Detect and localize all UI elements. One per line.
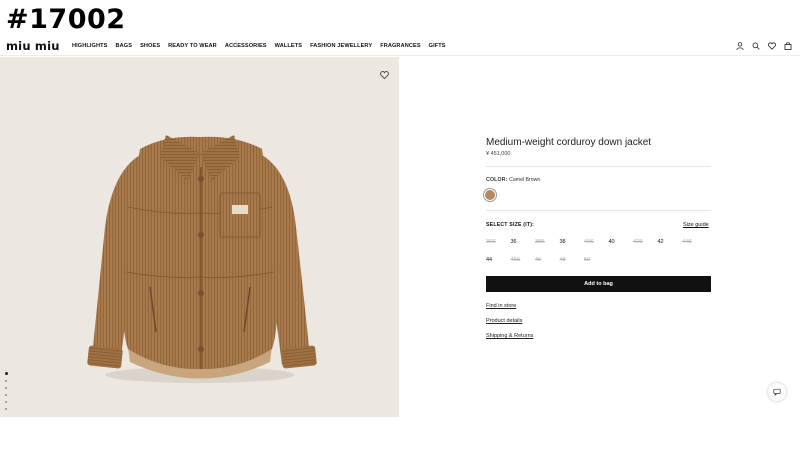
size-option[interactable]: 44: [486, 256, 511, 264]
nav-item-accessories[interactable]: ACCESSORIES: [225, 43, 267, 49]
gallery-dot[interactable]: [5, 387, 7, 389]
shipping-returns-link[interactable]: Shipping & Returns: [486, 333, 533, 339]
size-option[interactable]: 40S: [584, 238, 609, 246]
nav-item-gifts[interactable]: GIFTS: [429, 43, 446, 49]
gallery-pagination: [5, 372, 8, 410]
color-label: COLOR: Camel Brown: [486, 177, 540, 183]
product-title: Medium-weight corduroy down jacket: [486, 137, 652, 148]
product-price: ¥ 451,000: [486, 151, 511, 157]
gallery-dot[interactable]: [5, 401, 7, 403]
nav-item-bags[interactable]: BAGS: [116, 43, 133, 49]
size-option[interactable]: 48: [560, 256, 585, 264]
color-swatch-camel-brown[interactable]: [485, 190, 495, 200]
site-header: miu miu HIGHLIGHTS BAGS SHOES READY TO W…: [0, 38, 800, 56]
main-nav: HIGHLIGHTS BAGS SHOES READY TO WEAR ACCE…: [72, 38, 446, 54]
product-details-link[interactable]: Product details: [486, 318, 522, 324]
product-image-jacket: [87, 135, 317, 383]
add-to-bag-button[interactable]: Add to bag: [486, 276, 711, 292]
wishlist-icon[interactable]: [768, 42, 776, 50]
gallery-dot[interactable]: [5, 408, 7, 410]
nav-item-highlights[interactable]: HIGHLIGHTS: [72, 43, 108, 49]
nav-item-ready-to-wear[interactable]: READY TO WEAR: [168, 43, 217, 49]
image-id-overlay: #17002: [6, 4, 126, 35]
add-to-wishlist-icon[interactable]: [380, 66, 389, 84]
header-divider: [0, 55, 800, 56]
gallery-dot[interactable]: [5, 380, 7, 382]
chat-icon: [773, 388, 781, 396]
size-guide-link[interactable]: Size guide: [683, 222, 709, 228]
size-option[interactable]: 38: [560, 238, 585, 246]
gallery-dot[interactable]: [5, 372, 8, 375]
brand-logo[interactable]: miu miu: [6, 38, 60, 54]
nav-item-shoes[interactable]: SHOES: [140, 43, 160, 49]
chat-button[interactable]: [768, 383, 786, 401]
divider: [486, 166, 711, 167]
size-option[interactable]: 46: [535, 256, 560, 264]
size-option[interactable]: 50: [584, 256, 609, 264]
divider: [486, 210, 711, 211]
account-icon[interactable]: [736, 42, 744, 50]
size-option[interactable]: 36S: [486, 238, 511, 246]
size-option[interactable]: 42: [658, 238, 683, 246]
size-option[interactable]: 40: [609, 238, 634, 246]
search-icon[interactable]: [752, 42, 760, 50]
nav-item-fragrances[interactable]: FRAGRANCES: [380, 43, 420, 49]
bag-icon[interactable]: [784, 42, 792, 50]
product-image-gallery[interactable]: [0, 57, 399, 417]
gallery-dot[interactable]: [5, 394, 7, 396]
find-in-store-link[interactable]: Find in store: [486, 303, 516, 309]
size-option[interactable]: 44S: [682, 238, 707, 246]
color-label-value: Camel Brown: [509, 177, 541, 183]
size-option[interactable]: 38S: [535, 238, 560, 246]
header-icons: [736, 38, 792, 54]
size-option[interactable]: 46S: [511, 256, 536, 264]
size-options: 36S 36 38S 38 40S 40 42S 42 44S 44 46S 4…: [486, 238, 716, 264]
nav-item-fashion-jewellery[interactable]: FASHION JEWELLERY: [310, 43, 372, 49]
size-option[interactable]: 42S: [633, 238, 658, 246]
size-option[interactable]: 36: [511, 238, 536, 246]
size-select-label: SELECT SIZE (IT):: [486, 222, 535, 228]
nav-item-wallets[interactable]: WALLETS: [275, 43, 302, 49]
color-label-key: COLOR:: [486, 177, 508, 183]
